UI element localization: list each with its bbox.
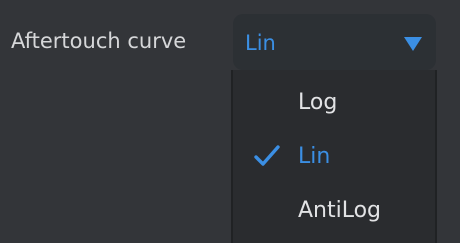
curve-dropdown-menu: Log Lin AntiLog — [231, 70, 437, 243]
menu-item-antilog[interactable]: AntiLog — [233, 184, 435, 240]
checkmark-icon — [254, 145, 280, 166]
triangle-down-icon — [404, 37, 422, 51]
menu-item-label: AntiLog — [298, 198, 382, 223]
menu-item-label: Log — [298, 90, 338, 115]
menu-item-lin[interactable]: Lin — [233, 130, 435, 186]
menu-item-label: Lin — [298, 144, 331, 169]
curve-select[interactable]: Lin — [233, 14, 436, 70]
aftertouch-curve-label: Aftertouch curve — [11, 29, 187, 53]
menu-item-log[interactable]: Log — [233, 76, 435, 132]
curve-select-value: Lin — [245, 31, 276, 55]
